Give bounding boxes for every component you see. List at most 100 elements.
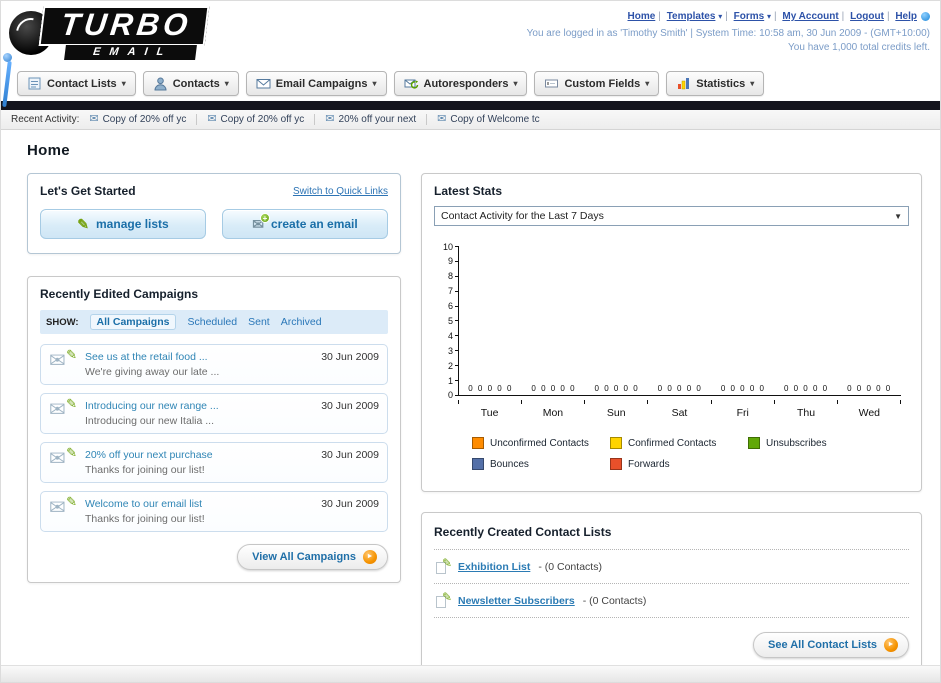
campaign-subtitle: Thanks for joining our list! (85, 513, 205, 525)
recent-activity-item[interactable]: ✉ Copy of Welcome tc (437, 114, 550, 126)
legend-item: Forwards (610, 458, 748, 470)
filter-archived[interactable]: Archived (281, 316, 322, 328)
top-link-logout[interactable]: Logout (850, 11, 884, 22)
y-tick-label: 7 (447, 286, 453, 297)
y-tick-label: 5 (447, 315, 453, 326)
autoresponder-icon (404, 79, 418, 89)
campaign-title-link[interactable]: Welcome to our email list (85, 498, 309, 510)
campaign-text: Welcome to our email list Thanks for joi… (85, 498, 309, 525)
recent-contact-lists-panel: Recently Created Contact Lists ✎ Exhibit… (421, 512, 922, 673)
credits-info: You have 1,000 total credits left. (788, 42, 930, 53)
manage-lists-button[interactable]: ✎ manage lists (40, 209, 206, 239)
y-tick-label: 2 (447, 360, 453, 371)
page-pencil-icon: ✎ (436, 591, 452, 608)
envelope-icon: ✉ (325, 113, 335, 125)
help-icon[interactable] (921, 11, 930, 21)
campaign-title-link[interactable]: 20% off your next purchase (85, 449, 309, 461)
stats-chart: 10 9 8 7 6 5 4 3 2 1 0 0 0 0 0 0 0 0 0 0… (438, 242, 901, 479)
tab-custom-fields[interactable]: Custom Fields ▾ (534, 71, 660, 96)
stats-period-select[interactable]: Contact Activity for the Last 7 Days ▼ (434, 206, 909, 226)
see-all-contact-lists-button[interactable]: See All Contact Lists ► (752, 632, 909, 658)
tab-autoresponders[interactable]: Autoresponders ▾ (393, 71, 528, 96)
right-column: Latest Stats Contact Activity for the La… (421, 173, 922, 673)
tab-label: Contacts (172, 77, 220, 90)
view-all-campaigns-button[interactable]: View All Campaigns ► (237, 544, 388, 570)
chart-legend: Unconfirmed Contacts Confirmed Contacts … (472, 437, 901, 479)
campaign-subtitle: We're giving away our late ... (85, 366, 220, 378)
tab-contact-lists[interactable]: Contact Lists ▾ (17, 71, 136, 96)
x-tick-label: Fri (736, 407, 749, 419)
contact-list-item[interactable]: ✎ Exhibition List - (0 Contacts) (434, 550, 909, 584)
recent-activity-bar: Recent Activity: ✉ Copy of 20% off yc ✉ … (1, 110, 940, 130)
contact-list-item[interactable]: ✎ Newsletter Subscribers - (0 Contacts) (434, 584, 909, 618)
pencil-icon: ✎ (66, 347, 77, 362)
campaign-subtitle: Introducing our new Italia ... (85, 415, 214, 427)
top-link-my-account[interactable]: My Account (782, 11, 838, 22)
tab-email-campaigns[interactable]: Email Campaigns ▾ (245, 71, 387, 96)
campaign-row[interactable]: ✉ ✎ Welcome to our email list Thanks for… (40, 491, 388, 532)
y-tick-label: 8 (447, 271, 453, 282)
campaign-subtitle: Thanks for joining our list! (85, 464, 205, 476)
legend-label: Confirmed Contacts (628, 437, 717, 449)
contact-list-link[interactable]: Exhibition List (458, 561, 530, 573)
recent-activity-item[interactable]: ✉ 20% off your next (325, 113, 428, 125)
chevron-down-icon: ▾ (718, 12, 723, 21)
campaign-row[interactable]: ✉ ✎ 20% off your next purchase Thanks fo… (40, 442, 388, 483)
link-separator: | (725, 11, 728, 22)
tab-label: Email Campaigns (275, 77, 368, 90)
legend-item: Confirmed Contacts (610, 437, 748, 449)
campaign-title-link[interactable]: See us at the retail food ... (85, 351, 309, 363)
manage-lists-label: manage lists (96, 217, 169, 231)
logo-text-email: EMAIL (64, 45, 198, 60)
tab-statistics[interactable]: Statistics ▾ (666, 71, 765, 96)
legend-swatch-bounces (472, 458, 484, 470)
campaign-row[interactable]: ✉ ✎ Introducing our new range ... Introd… (40, 393, 388, 434)
legend-label: Bounces (490, 458, 529, 470)
tab-contacts[interactable]: Contacts ▾ (142, 71, 239, 96)
campaign-row[interactable]: ✉ ✎ See us at the retail food ... We're … (40, 344, 388, 385)
main-nav: Contact Lists ▾ Contacts ▾ Email Campaig… (1, 65, 940, 101)
page-title: Home (27, 142, 70, 159)
bar-group-values: 0 0 0 0 0 (783, 384, 829, 393)
pencil-icon: ✎ (66, 445, 77, 460)
arrow-right-icon: ► (363, 550, 377, 564)
campaign-list: ✉ ✎ See us at the retail food ... We're … (40, 344, 388, 532)
chevron-down-icon: ▾ (121, 79, 126, 88)
top-link-help[interactable]: Help (895, 11, 917, 22)
filter-all-campaigns[interactable]: All Campaigns (89, 314, 177, 330)
envelope-icon: ✉ (49, 497, 66, 519)
recent-activity-item[interactable]: ✉ Copy of 20% off yc (89, 113, 198, 125)
envelope-pencil-icon: ✉ ✎ (49, 494, 77, 525)
chevron-down-icon: ▾ (513, 79, 518, 88)
page-pencil-icon: ✎ (436, 556, 452, 574)
app-window: TURBO EMAIL Home | Templates ▾ | Forms ▾ | … (0, 0, 941, 683)
envelope-icon: ✉ (49, 448, 66, 470)
envelope-icon: ✉ (207, 113, 217, 125)
logo-text-turbo: TURBO (38, 6, 210, 46)
top-link-templates[interactable]: Templates (667, 11, 716, 22)
contact-list-link[interactable]: Newsletter Subscribers (458, 595, 575, 607)
app-logo[interactable]: TURBO EMAIL (7, 6, 287, 64)
envelope-icon: ✉ (89, 113, 99, 125)
login-info: You are logged in as 'Timothy Smith' | S… (526, 27, 930, 39)
stats-panel-title: Latest Stats (434, 184, 503, 198)
top-link-forms[interactable]: Forms (734, 11, 765, 22)
filter-sent[interactable]: Sent (248, 316, 270, 328)
create-email-button[interactable]: ✉ + create an email (222, 209, 388, 239)
plus-icon: + (260, 212, 270, 223)
campaign-date: 30 Jun 2009 (321, 498, 379, 510)
filter-scheduled[interactable]: Scheduled (187, 316, 237, 328)
switch-quick-links-link[interactable]: Switch to Quick Links (293, 186, 388, 197)
x-axis-tick (458, 400, 523, 404)
recent-activity-item[interactable]: ✉ Copy of 20% off yc (207, 113, 316, 125)
link-separator: | (773, 11, 777, 22)
legend-swatch-forwards (610, 458, 622, 470)
top-link-home[interactable]: Home (628, 11, 656, 22)
envelope-icon: ✉ (49, 350, 66, 372)
x-axis-tick (585, 400, 649, 404)
y-tick-label: 0 (447, 390, 453, 401)
link-separator: | (658, 11, 661, 22)
campaign-title-link[interactable]: Introducing our new range ... (85, 400, 309, 412)
pencil-icon: ✎ (66, 494, 77, 509)
pencil-icon: ✎ (441, 556, 452, 570)
